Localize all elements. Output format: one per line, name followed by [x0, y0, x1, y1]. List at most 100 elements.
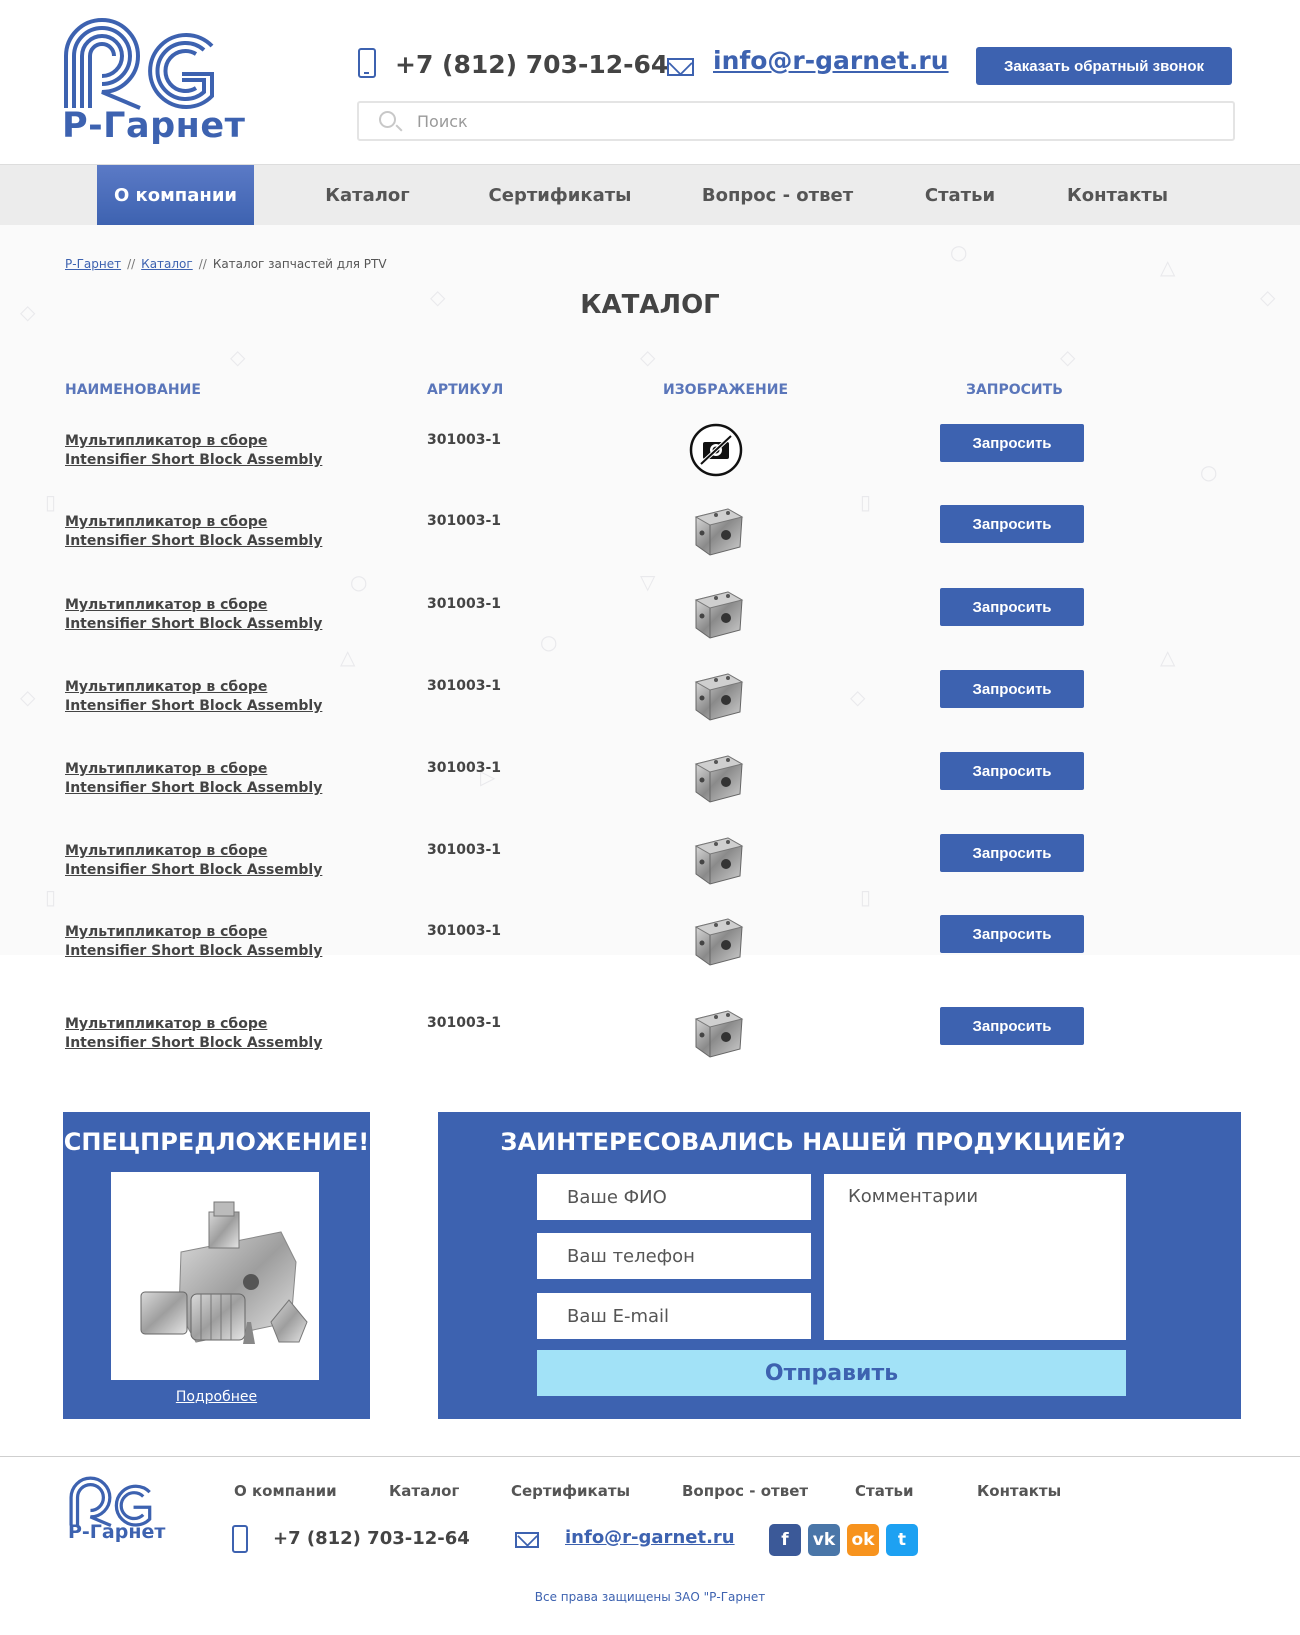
product-thumbnail[interactable]: [688, 668, 748, 724]
search-input[interactable]: [417, 103, 1217, 139]
footer-nav-contacts[interactable]: Контакты: [977, 1482, 1061, 1500]
product-name-en[interactable]: Intensifier Short Block Assembly: [65, 1034, 322, 1053]
footer-phone[interactable]: +7 (812) 703-12-64: [273, 1528, 470, 1549]
request-button[interactable]: Запросить: [940, 752, 1084, 790]
request-button[interactable]: Запросить: [940, 424, 1084, 462]
footer-email-link[interactable]: info@r-garnet.ru: [565, 1527, 735, 1548]
special-offer-image[interactable]: [111, 1172, 319, 1380]
product-name-link[interactable]: Мультипликатор в сборе Intensifier Short …: [65, 842, 322, 880]
product-thumbnail[interactable]: [688, 832, 748, 888]
main-nav: О компании Каталог Сертификаты Вопрос - …: [0, 164, 1300, 226]
product-thumbnail[interactable]: [688, 750, 748, 806]
special-offer-more-link[interactable]: Подробнее: [63, 1389, 370, 1405]
product-name-ru[interactable]: Мультипликатор в сборе: [65, 513, 322, 532]
product-name-link[interactable]: Мультипликатор в сборе Intensifier Short …: [65, 760, 322, 798]
product-name-ru[interactable]: Мультипликатор в сборе: [65, 596, 322, 615]
product-sku: 301003-1: [427, 678, 501, 694]
no-photo-icon[interactable]: [688, 422, 748, 478]
product-name-en[interactable]: Intensifier Short Block Assembly: [65, 697, 322, 716]
table-row: Мультипликатор в сборе Intensifier Short …: [0, 915, 1300, 993]
nav-item-certificates[interactable]: Сертификаты: [475, 165, 645, 226]
product-thumbnail[interactable]: [688, 913, 748, 969]
product-name-ru[interactable]: Мультипликатор в сборе: [65, 678, 322, 697]
column-header-image: ИЗОБРАЖЕНИЕ: [663, 382, 789, 398]
footer-logo-text: Р-Гарнет: [68, 1521, 166, 1543]
header-email-link[interactable]: info@r-garnet.ru: [713, 46, 949, 75]
decor-diamond-icon: ◇: [640, 345, 656, 369]
table-row: Мультипликатор в сборе Intensifier Short …: [0, 834, 1300, 912]
product-thumbnail[interactable]: [688, 503, 748, 559]
product-name-en[interactable]: Intensifier Short Block Assembly: [65, 532, 322, 551]
product-sku: 301003-1: [427, 842, 501, 858]
contact-form-panel: ЗАИНТЕРЕСОВАЛИСЬ НАШЕЙ ПРОДУКЦИЕЙ? Отпра…: [438, 1112, 1241, 1419]
email-field[interactable]: [537, 1293, 811, 1339]
request-button[interactable]: Запросить: [940, 834, 1084, 872]
request-button[interactable]: Запросить: [940, 505, 1084, 543]
column-header-name: НАИМЕНОВАНИЕ: [65, 382, 201, 398]
product-thumbnail[interactable]: [688, 586, 748, 642]
product-name-en[interactable]: Intensifier Short Block Assembly: [65, 615, 322, 634]
vk-icon[interactable]: vk: [808, 1524, 840, 1556]
odnoklassniki-icon[interactable]: ok: [847, 1524, 879, 1556]
product-name-ru[interactable]: Мультипликатор в сборе: [65, 842, 322, 861]
request-button[interactable]: Запросить: [940, 1007, 1084, 1045]
footer-mail-icon: [515, 1532, 539, 1548]
nav-item-about[interactable]: О компании: [97, 165, 254, 226]
nav-item-faq[interactable]: Вопрос - ответ: [690, 165, 865, 226]
submit-button[interactable]: Отправить: [537, 1350, 1126, 1396]
product-name-link[interactable]: Мультипликатор в сборе Intensifier Short …: [65, 432, 322, 470]
name-field[interactable]: [537, 1174, 811, 1220]
header-phone[interactable]: +7 (812) 703-12-64: [395, 50, 668, 79]
nav-item-articles[interactable]: Статьи: [905, 165, 1015, 226]
product-name-en[interactable]: Intensifier Short Block Assembly: [65, 942, 322, 961]
product-name-link[interactable]: Мультипликатор в сборе Intensifier Short …: [65, 678, 322, 716]
phone-field[interactable]: [537, 1233, 811, 1279]
decor-diamond-icon: ◇: [1060, 345, 1076, 369]
table-row: Мультипликатор в сборе Intensifier Short …: [0, 752, 1300, 830]
decor-circle-icon: ○: [950, 240, 968, 264]
product-name-ru[interactable]: Мультипликатор в сборе: [65, 1015, 322, 1034]
breadcrumb-separator: //: [127, 257, 136, 271]
product-name-en[interactable]: Intensifier Short Block Assembly: [65, 861, 322, 880]
breadcrumb-catalog-link[interactable]: Каталог: [141, 257, 193, 271]
search-icon[interactable]: [379, 111, 396, 128]
search-box: [357, 101, 1235, 141]
footer-nav-faq[interactable]: Вопрос - ответ: [682, 1482, 808, 1500]
product-name-link[interactable]: Мультипликатор в сборе Intensifier Short …: [65, 513, 322, 551]
table-row: Мультипликатор в сборе Intensifier Short …: [0, 1007, 1300, 1085]
footer-nav-about[interactable]: О компании: [234, 1482, 337, 1500]
request-button[interactable]: Запросить: [940, 670, 1084, 708]
product-thumbnail[interactable]: [688, 1005, 748, 1061]
callback-button[interactable]: Заказать обратный звонок: [976, 47, 1232, 85]
product-name-link[interactable]: Мультипликатор в сборе Intensifier Short …: [65, 923, 322, 961]
footer-nav-certificates[interactable]: Сертификаты: [511, 1482, 630, 1500]
product-name-link[interactable]: Мультипликатор в сборе Intensifier Short …: [65, 1015, 322, 1053]
product-sku: 301003-1: [427, 596, 501, 612]
product-name-ru[interactable]: Мультипликатор в сборе: [65, 432, 322, 451]
twitter-icon[interactable]: t: [886, 1524, 918, 1556]
table-row: Мультипликатор в сборе Intensifier Short …: [0, 588, 1300, 666]
product-name-ru[interactable]: Мультипликатор в сборе: [65, 760, 322, 779]
breadcrumb-current: Каталог запчастей для PTV: [212, 257, 387, 271]
vk-glyph: vk: [812, 1530, 836, 1550]
table-row: Мультипликатор в сборе Intensifier Short …: [0, 670, 1300, 748]
footer-phone-icon: [232, 1525, 248, 1553]
breadcrumb-home-link[interactable]: Р-Гарнет: [65, 257, 121, 271]
request-button[interactable]: Запросить: [940, 915, 1084, 953]
product-name-link[interactable]: Мультипликатор в сборе Intensifier Short …: [65, 596, 322, 634]
mail-icon: [667, 58, 694, 76]
product-name-en[interactable]: Intensifier Short Block Assembly: [65, 451, 322, 470]
request-button[interactable]: Запросить: [940, 588, 1084, 626]
footer-nav-catalog[interactable]: Каталог: [389, 1482, 459, 1500]
breadcrumb-separator: //: [198, 257, 207, 271]
product-sku: 301003-1: [427, 513, 501, 529]
comment-field[interactable]: [824, 1174, 1126, 1340]
nav-item-catalog[interactable]: Каталог: [300, 165, 435, 226]
product-name-en[interactable]: Intensifier Short Block Assembly: [65, 779, 322, 798]
footer-nav-articles[interactable]: Статьи: [855, 1482, 914, 1500]
column-header-request: ЗАПРОСИТЬ: [966, 382, 1063, 398]
product-name-ru[interactable]: Мультипликатор в сборе: [65, 923, 322, 942]
nav-item-contacts[interactable]: Контакты: [1055, 165, 1180, 226]
facebook-icon[interactable]: f: [769, 1524, 801, 1556]
decor-diamond-icon: ◇: [230, 345, 246, 369]
